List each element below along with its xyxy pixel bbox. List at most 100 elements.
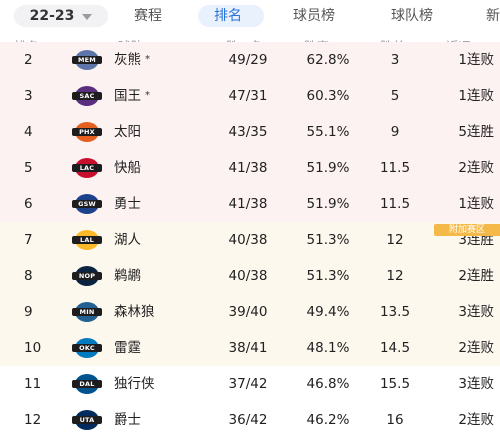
- gb-cell: 9: [390, 124, 400, 140]
- rank-cell: 8: [24, 268, 33, 284]
- team-name: 独行侠: [114, 376, 155, 392]
- team-name-cell[interactable]: 灰熊 *: [114, 42, 150, 78]
- streak-cell: 1连败: [458, 196, 494, 212]
- team-name: 勇士: [114, 196, 141, 212]
- gb-cell: 3: [390, 52, 400, 68]
- team-abbr: LAC: [72, 164, 102, 172]
- clinched-mark: *: [145, 90, 150, 101]
- team-logo-icon: DAL: [72, 372, 102, 396]
- table-row[interactable]: 8 NOP 鹈鹕 40/38 51.3% 12 2连胜: [0, 258, 500, 294]
- tab-team-rankings[interactable]: 球队榜: [391, 0, 433, 32]
- rank-cell: 2: [24, 52, 33, 68]
- table-row[interactable]: 3 SAC 国王 * 47/31 60.3% 5 1连败: [0, 78, 500, 114]
- team-name: 灰熊: [114, 52, 141, 68]
- table-row[interactable]: 5 LAC 快船 41/38 51.9% 11.5 2连败: [0, 150, 500, 186]
- rank-cell: 5: [24, 160, 33, 176]
- team-name: 太阳: [114, 124, 141, 140]
- streak-cell: 2连胜: [458, 268, 494, 284]
- team-logo-icon: LAL: [72, 228, 102, 252]
- table-row[interactable]: 4 PHX 太阳 43/35 55.1% 9 5连胜: [0, 114, 500, 150]
- tab-standings[interactable]: 排名: [214, 0, 242, 32]
- wl-cell: 39/40: [228, 304, 268, 320]
- team-name: 森林狼: [114, 304, 155, 320]
- tab-player-rankings[interactable]: 球员榜: [293, 0, 335, 32]
- team-name-cell[interactable]: 太阳: [114, 114, 141, 150]
- team-name: 国王: [114, 88, 141, 104]
- wl-cell: 40/38: [228, 268, 268, 284]
- team-abbr: NOP: [72, 272, 102, 280]
- streak-cell: 1连败: [458, 88, 494, 104]
- team-abbr: GSW: [72, 200, 102, 208]
- team-logo-icon: UTA: [72, 408, 102, 432]
- gb-cell: 5: [390, 88, 400, 104]
- team-name-cell[interactable]: 勇士: [114, 186, 141, 222]
- top-nav: 22-23 赛程 排名 球员榜 球队榜 新: [0, 0, 500, 32]
- pct-cell: 49.4%: [306, 304, 350, 320]
- team-name: 湖人: [114, 232, 141, 248]
- team-abbr: SAC: [72, 92, 102, 100]
- team-name: 雷霆: [114, 340, 141, 356]
- table-row[interactable]: 9 MIN 森林狼 39/40 49.4% 13.5 3连败: [0, 294, 500, 330]
- team-name-cell[interactable]: 快船: [114, 150, 141, 186]
- tab-schedule[interactable]: 赛程: [134, 0, 162, 32]
- pct-cell: 51.9%: [306, 160, 350, 176]
- team-logo-icon: GSW: [72, 192, 102, 216]
- team-name-cell[interactable]: 鹈鹕: [114, 258, 141, 294]
- wl-cell: 47/31: [228, 88, 268, 104]
- team-name-cell[interactable]: 独行侠: [114, 366, 155, 402]
- table-row[interactable]: 12 UTA 爵士 36/42 46.2% 16 2连败: [0, 402, 500, 438]
- wl-cell: 40/38: [228, 232, 268, 248]
- rank-cell: 3: [24, 88, 33, 104]
- streak-cell: 3连败: [458, 304, 494, 320]
- team-abbr: UTA: [72, 416, 102, 424]
- season-selector[interactable]: 22-23: [14, 5, 108, 27]
- team-name-cell[interactable]: 雷霆: [114, 330, 141, 366]
- gb-cell: 12: [386, 232, 404, 248]
- team-abbr: MIN: [72, 308, 102, 316]
- streak-cell: 2连败: [458, 340, 494, 356]
- rank-cell: 10: [24, 340, 42, 356]
- gb-cell: 15.5: [379, 376, 411, 392]
- play-in-zone-tag: 附加赛区: [434, 224, 500, 236]
- team-logo-icon: PHX: [72, 120, 102, 144]
- chevron-down-icon: [82, 14, 93, 20]
- pct-cell: 60.3%: [306, 88, 350, 104]
- table-row[interactable]: 7 LAL 湖人 40/38 51.3% 12 3连胜: [0, 222, 500, 258]
- pct-cell: 48.1%: [306, 340, 350, 356]
- streak-cell: 2连败: [458, 160, 494, 176]
- pct-cell: 55.1%: [306, 124, 350, 140]
- wl-cell: 41/38: [228, 196, 268, 212]
- wl-cell: 43/35: [228, 124, 268, 140]
- streak-cell: 1连败: [458, 52, 494, 68]
- pct-cell: 51.3%: [306, 268, 350, 284]
- team-name-cell[interactable]: 森林狼: [114, 294, 155, 330]
- team-name-cell[interactable]: 爵士: [114, 402, 141, 438]
- streak-cell: 2连败: [458, 412, 494, 428]
- table-row[interactable]: 11 DAL 独行侠 37/42 46.8% 15.5 3连败: [0, 366, 500, 402]
- team-name-cell[interactable]: 国王 *: [114, 78, 150, 114]
- clinched-mark: *: [145, 54, 150, 65]
- team-logo-icon: MIN: [72, 300, 102, 324]
- table-row[interactable]: 2 MEM 灰熊 * 49/29 62.8% 3 1连败: [0, 42, 500, 78]
- team-abbr: PHX: [72, 128, 102, 136]
- team-logo-icon: MEM: [72, 48, 102, 72]
- rank-cell: 9: [24, 304, 33, 320]
- team-logo-icon: NOP: [72, 264, 102, 288]
- team-logo-icon: OKC: [72, 336, 102, 360]
- pct-cell: 51.9%: [306, 196, 350, 212]
- wl-cell: 36/42: [228, 412, 268, 428]
- pct-cell: 62.8%: [306, 52, 350, 68]
- table-row[interactable]: 6 GSW 勇士 41/38 51.9% 11.5 1连败: [0, 186, 500, 222]
- tab-new[interactable]: 新: [486, 0, 500, 32]
- pct-cell: 46.2%: [306, 412, 350, 428]
- wl-cell: 37/42: [228, 376, 268, 392]
- team-abbr: MEM: [72, 56, 102, 64]
- team-name: 爵士: [114, 412, 141, 428]
- gb-cell: 11.5: [379, 196, 411, 212]
- table-row[interactable]: 10 OKC 雷霆 38/41 48.1% 14.5 2连败: [0, 330, 500, 366]
- team-name-cell[interactable]: 湖人: [114, 222, 141, 258]
- season-label: 22-23: [29, 8, 75, 24]
- gb-cell: 11.5: [379, 160, 411, 176]
- gb-cell: 13.5: [379, 304, 411, 320]
- pct-cell: 51.3%: [306, 232, 350, 248]
